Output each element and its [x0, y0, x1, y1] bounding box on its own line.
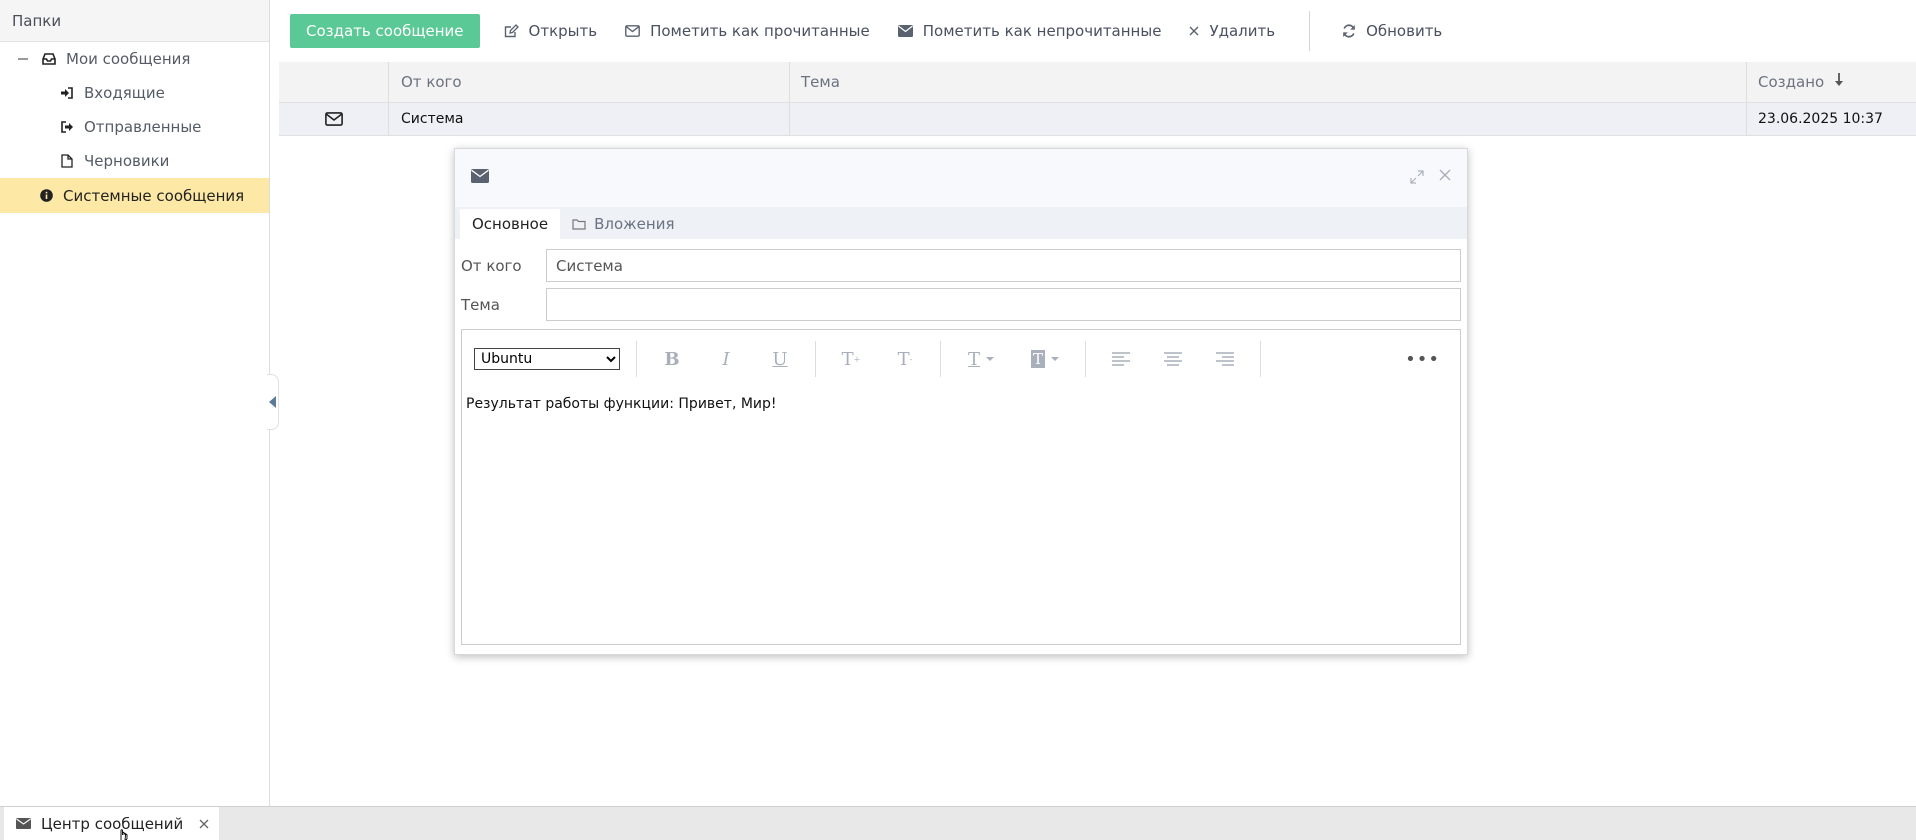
subject-field[interactable]	[546, 288, 1461, 321]
row-created-cell: 23.06.2025 10:37	[1758, 111, 1883, 127]
editor-toolbar: Ubuntu B I U T + T- T T •••	[462, 330, 1460, 388]
inbox-tray-icon	[42, 52, 56, 66]
close-tab-icon[interactable]	[199, 814, 209, 833]
column-created-label: Создано	[1758, 73, 1825, 91]
superscript-icon[interactable]: T +	[832, 344, 870, 374]
dialog-titlebar[interactable]	[455, 149, 1467, 207]
folder-inbox[interactable]: Входящие	[0, 76, 269, 110]
folder-drafts[interactable]: Черновики	[0, 144, 269, 178]
editor-content[interactable]: Результат работы функции: Привет, Мир!	[462, 388, 1460, 420]
edit-icon	[504, 24, 519, 38]
row-from-cell: Система	[389, 103, 790, 135]
envelope-icon	[897, 25, 913, 37]
dialog-actions	[1409, 169, 1451, 189]
sort-down-arrow-icon	[1834, 73, 1844, 91]
toolbar-divider	[1309, 11, 1311, 51]
folder-label: Черновики	[84, 152, 170, 170]
chevron-left-icon	[269, 396, 276, 408]
column-subject-header[interactable]: Тема	[790, 62, 1747, 102]
refresh-button[interactable]: Обновить	[1328, 14, 1456, 48]
mark-read-label: Пометить как прочитанные	[650, 22, 870, 40]
editor-divider	[636, 341, 637, 377]
subscript-icon[interactable]: T-	[886, 344, 924, 374]
grid-header: От кого Тема Создано	[279, 62, 1916, 103]
sidebar-collapse-toggle[interactable]	[267, 374, 279, 430]
envelope-open-icon	[625, 25, 640, 37]
close-dialog-icon[interactable]	[1439, 169, 1451, 189]
subject-field-row: Тема	[455, 285, 1467, 324]
row-envelope-icon	[279, 103, 389, 135]
background-color-icon[interactable]: T	[1021, 344, 1069, 374]
row-subject-cell	[790, 103, 1747, 135]
folder-label: Входящие	[84, 84, 165, 102]
subject-label: Тема	[461, 295, 500, 314]
align-right-icon[interactable]	[1206, 344, 1244, 374]
column-created-header[interactable]: Создано	[1747, 62, 1916, 102]
folder-system-messages[interactable]: Системные сообщения	[0, 178, 269, 213]
tab-attachments-label: Вложения	[594, 215, 675, 233]
align-left-icon[interactable]	[1102, 344, 1140, 374]
italic-icon[interactable]: I	[707, 344, 745, 374]
message-dialog: Основное Вложения От кого Система Тема U…	[454, 148, 1468, 655]
taskbar-envelope-icon	[16, 818, 31, 829]
mark-unread-button[interactable]: Пометить как непрочитанные	[884, 14, 1176, 48]
folder-label: Отправленные	[84, 118, 202, 136]
editor-divider	[815, 341, 816, 377]
from-field-row: От кого Система	[455, 246, 1467, 285]
open-label: Открыть	[528, 22, 598, 40]
text-color-icon[interactable]: T	[957, 344, 1005, 374]
delete-label: Удалить	[1209, 22, 1276, 40]
font-family-select[interactable]: Ubuntu	[474, 348, 620, 370]
tab-message-center[interactable]: Центр сообщений	[4, 807, 220, 840]
folder-sent[interactable]: Отправленные	[0, 110, 269, 144]
table-row[interactable]: Система 23.06.2025 10:37	[279, 103, 1916, 136]
create-message-button[interactable]: Создать сообщение	[290, 14, 480, 48]
folder-icon	[572, 218, 586, 230]
underline-icon[interactable]: U	[761, 344, 799, 374]
sign-in-icon	[60, 86, 74, 100]
editor-divider	[1260, 341, 1261, 377]
tab-main[interactable]: Основное	[460, 209, 561, 239]
folder-my-messages[interactable]: Мои сообщения	[0, 42, 269, 76]
maximize-icon[interactable]	[1409, 169, 1425, 189]
column-from-header[interactable]: От кого	[389, 62, 790, 102]
align-center-icon[interactable]	[1154, 344, 1192, 374]
sidebar-header: Папки	[0, 0, 269, 42]
column-icon-header	[279, 62, 389, 102]
from-value: Система	[556, 256, 623, 275]
message-toolbar: Создать сообщение Открыть Пометить как п…	[279, 0, 1916, 62]
file-icon	[60, 154, 74, 168]
dialog-envelope-icon	[471, 169, 489, 187]
info-circle-icon	[39, 189, 53, 203]
editor-divider	[940, 341, 941, 377]
more-options-icon[interactable]: •••	[1405, 349, 1440, 370]
mark-read-button[interactable]: Пометить как прочитанные	[611, 14, 884, 48]
refresh-icon	[1342, 24, 1356, 38]
folder-label: Системные сообщения	[63, 186, 245, 205]
bold-icon[interactable]: B	[653, 344, 691, 374]
delete-button[interactable]: Удалить	[1175, 14, 1289, 48]
editor-divider	[1085, 341, 1086, 377]
tab-message-center-label: Центр сообщений	[41, 814, 184, 833]
messages-grid: От кого Тема Создано Система 23.06.2025 …	[279, 62, 1916, 136]
refresh-label: Обновить	[1366, 22, 1443, 40]
folder-label: Мои сообщения	[66, 50, 191, 68]
from-label: От кого	[461, 256, 522, 275]
close-icon	[1189, 26, 1199, 36]
rich-text-editor: Ubuntu B I U T + T- T T ••• Результат ра…	[461, 329, 1461, 645]
from-field[interactable]: Система	[546, 249, 1461, 282]
dialog-tabs: Основное Вложения	[455, 207, 1467, 239]
bottom-taskbar: Центр сообщений	[0, 806, 1916, 840]
mark-unread-label: Пометить как непрочитанные	[922, 22, 1162, 40]
sign-out-icon	[60, 120, 74, 134]
open-button[interactable]: Открыть	[490, 14, 612, 48]
collapse-icon[interactable]	[18, 58, 28, 60]
folders-sidebar: Папки Мои сообщения Входящие Отправленны…	[0, 0, 270, 806]
tab-attachments[interactable]: Вложения	[560, 209, 686, 239]
mouse-pointer-icon	[118, 826, 130, 840]
